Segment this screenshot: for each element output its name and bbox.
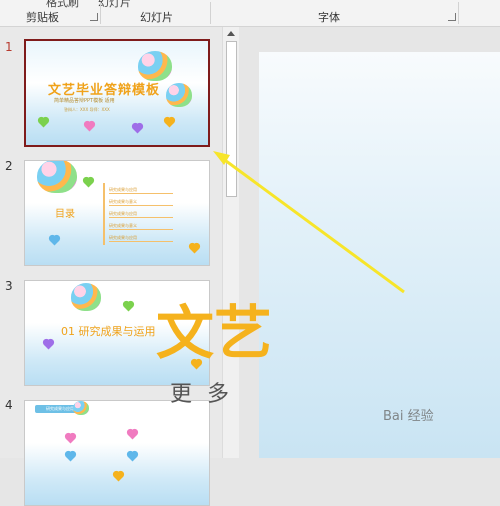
main-slide-subtitle: 更 多 <box>170 382 233 407</box>
thumbnail-title: 文艺毕业答辩模板 <box>48 83 161 98</box>
ribbon-separator <box>100 2 101 24</box>
ribbon: 格式刷 幻灯片 剪贴板 幻灯片 字体 <box>0 0 500 27</box>
watermark: Bai 经验 <box>383 409 434 424</box>
scrollbar-thumb[interactable] <box>226 41 237 197</box>
balloon-icon <box>71 283 101 311</box>
ribbon-separator <box>210 2 211 24</box>
slide-number: 3 <box>5 279 13 293</box>
heart-icon <box>127 429 138 440</box>
balloon-icon <box>166 83 192 107</box>
slides-group-label: 幻灯片 <box>140 11 173 24</box>
font-launcher-icon[interactable] <box>448 13 456 21</box>
balloon-icon <box>37 161 77 193</box>
thumbnail-names: 答辩人：XXX 导师：XXX <box>64 107 110 112</box>
heart-icon <box>83 177 94 188</box>
new-slide-label[interactable]: 幻灯片 <box>98 0 131 10</box>
toc-item: 研究成果与应用 <box>109 187 173 194</box>
slide-number: 1 <box>5 40 13 54</box>
balloon-icon <box>73 401 89 415</box>
clipboard-launcher-icon[interactable] <box>90 13 98 21</box>
slide-number: 4 <box>5 398 13 412</box>
slide-editing-area <box>239 27 500 458</box>
toc-item: 研究成果与意义 <box>109 199 173 206</box>
heart-icon <box>123 301 134 312</box>
thumbnail-background <box>26 41 208 83</box>
slide-thumbnail-4[interactable]: 研究成果与应用 <box>24 400 210 506</box>
toc-item: 研究成果与意义 <box>109 223 173 230</box>
balloon-icon <box>138 51 172 81</box>
toc-item: 研究成果与应用 <box>109 211 173 218</box>
slide-thumbnail-1[interactable]: 文艺毕业答辩模板 简单精品答辩PPT模板 适用 答辩人：XXX 导师：XXX <box>24 39 210 147</box>
main-slide-title: 文艺 <box>156 299 273 367</box>
clipboard-group-label: 剪贴板 <box>26 11 59 24</box>
scroll-up-arrow-icon[interactable] <box>227 31 235 36</box>
slide-thumbnail-2[interactable]: 目录 研究成果与应用 研究成果与意义 研究成果与应用 研究成果与意义 研究成果与… <box>24 160 210 266</box>
thumbnail-title: 01 研究成果与运用 <box>61 325 156 338</box>
toc-item: 研究成果与应用 <box>109 235 173 242</box>
current-slide-canvas[interactable] <box>259 52 500 458</box>
thumbnail-title: 目录 <box>55 209 75 220</box>
ribbon-separator <box>458 2 459 24</box>
thumbnail-subtitle: 简单精品答辩PPT模板 适用 <box>54 98 115 104</box>
font-group-label: 字体 <box>318 11 340 24</box>
slide-number: 2 <box>5 159 13 173</box>
toc-divider <box>103 183 105 245</box>
